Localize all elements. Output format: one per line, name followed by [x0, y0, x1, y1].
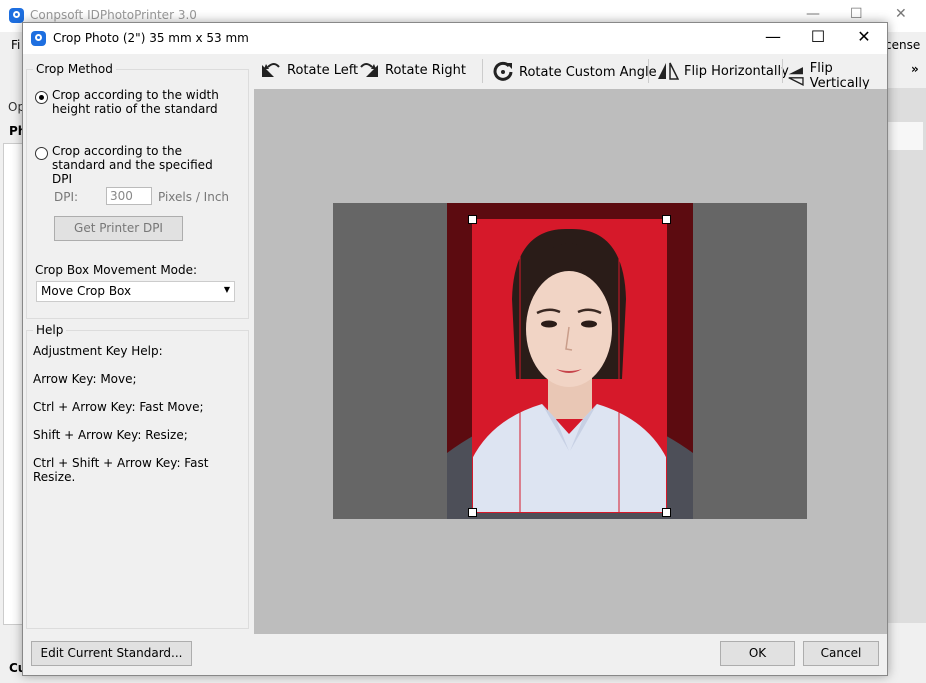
rotate-right-button[interactable]: Rotate Right	[358, 61, 466, 79]
help-line: Ctrl + Arrow Key: Fast Move;	[33, 400, 204, 414]
crop-option-ratio-label: Crop according to the width height ratio…	[52, 88, 219, 116]
help-line: Arrow Key: Move;	[33, 372, 137, 386]
rotate-left-button[interactable]: Rotate Left	[260, 61, 358, 79]
background-app-title: Conpsoft IDPhotoPrinter 3.0	[30, 8, 197, 22]
dpi-unit: Pixels / Inch	[158, 190, 230, 204]
radio-ratio[interactable]	[35, 91, 48, 104]
dialog-close-icon[interactable]: ✕	[849, 27, 879, 46]
get-printer-dpi-button[interactable]: Get Printer DPI	[54, 216, 183, 241]
rotate-left-icon	[262, 63, 280, 77]
crop-option-dpi-label: Crop according to the standard and the s…	[52, 144, 213, 186]
movement-mode-label: Crop Box Movement Mode:	[35, 263, 198, 277]
flip-vertically-button[interactable]: Flip Vertically	[787, 61, 887, 91]
toolbar-separator	[648, 59, 649, 83]
cancel-button[interactable]: Cancel	[803, 641, 879, 666]
close-icon[interactable]: ✕	[895, 6, 907, 22]
image-toolbar: Rotate Left Rotate Right Rotate Custom A…	[256, 55, 887, 91]
help-group: Help Adjustment Key Help: Arrow Key: Mov…	[26, 323, 249, 629]
dialog-app-icon	[31, 31, 46, 46]
dialog-minimize-icon[interactable]: —	[758, 27, 788, 46]
crop-handle-bottom-left[interactable]	[468, 508, 477, 517]
help-legend: Help	[33, 323, 67, 337]
rotate-custom-label: Rotate Custom Angle	[519, 64, 657, 80]
dialog-title: Crop Photo (2") 35 mm x 53 mm	[53, 31, 249, 45]
movement-mode-value: Move Crop Box	[41, 284, 132, 298]
minimize-icon[interactable]: —	[806, 6, 820, 22]
dialog-maximize-icon[interactable]: ☐	[803, 27, 833, 46]
crop-handle-bottom-right[interactable]	[662, 508, 671, 517]
crop-handle-top-left[interactable]	[468, 215, 477, 224]
flip-vertical-label: Flip Vertically	[809, 61, 870, 91]
background-right-tab	[886, 122, 923, 150]
maximize-icon[interactable]: ☐	[850, 6, 863, 22]
chevron-down-icon: ▼	[223, 285, 230, 294]
flip-horizontal-label: Flip Horizontally	[684, 63, 789, 79]
background-right-strip	[886, 88, 926, 623]
rotate-custom-icon	[493, 61, 513, 81]
rotate-left-label: Rotate Left	[287, 62, 359, 78]
flip-vertical-icon	[788, 67, 804, 86]
help-line: Shift + Arrow Key: Resize;	[33, 428, 188, 442]
rotate-right-icon	[360, 63, 378, 77]
help-line: Ctrl + Shift + Arrow Key: Fast Resize.	[33, 456, 209, 484]
crop-photo-dialog: Crop Photo (2") 35 mm x 53 mm — ☐ ✕ Crop…	[22, 22, 888, 676]
crop-method-group: Crop Method Crop according to the width …	[26, 62, 249, 319]
crop-method-legend: Crop Method	[33, 62, 116, 76]
edit-standard-button[interactable]: Edit Current Standard...	[31, 641, 192, 666]
movement-mode-select[interactable]: Move Crop Box ▼	[36, 281, 235, 302]
toolbar-overflow-icon[interactable]: »	[911, 62, 919, 76]
rotate-right-label: Rotate Right	[385, 62, 466, 78]
radio-dpi[interactable]	[35, 147, 48, 160]
help-line: Adjustment Key Help:	[33, 344, 163, 358]
flip-horizontally-button[interactable]: Flip Horizontally	[657, 61, 789, 81]
crop-option-ratio[interactable]: Crop according to the width height ratio…	[35, 88, 235, 116]
toolbar-separator	[782, 59, 783, 83]
menu-license[interactable]: cense	[885, 38, 920, 52]
dpi-label: DPI:	[54, 190, 79, 204]
dialog-titlebar[interactable]: Crop Photo (2") 35 mm x 53 mm — ☐ ✕	[23, 23, 887, 54]
portrait-photo	[472, 219, 667, 513]
ok-button[interactable]: OK	[720, 641, 795, 666]
crop-handle-top-right[interactable]	[662, 215, 671, 224]
menu-file[interactable]: Fi	[11, 38, 20, 52]
app-logo-icon	[9, 8, 24, 23]
rotate-custom-angle-button[interactable]: Rotate Custom Angle	[492, 61, 657, 83]
crop-box[interactable]	[472, 219, 667, 513]
toolbar-separator	[482, 59, 483, 83]
flip-horizontal-icon	[658, 62, 679, 80]
dpi-input[interactable]: 300	[106, 187, 152, 205]
crop-option-dpi[interactable]: Crop according to the standard and the s…	[35, 144, 235, 186]
